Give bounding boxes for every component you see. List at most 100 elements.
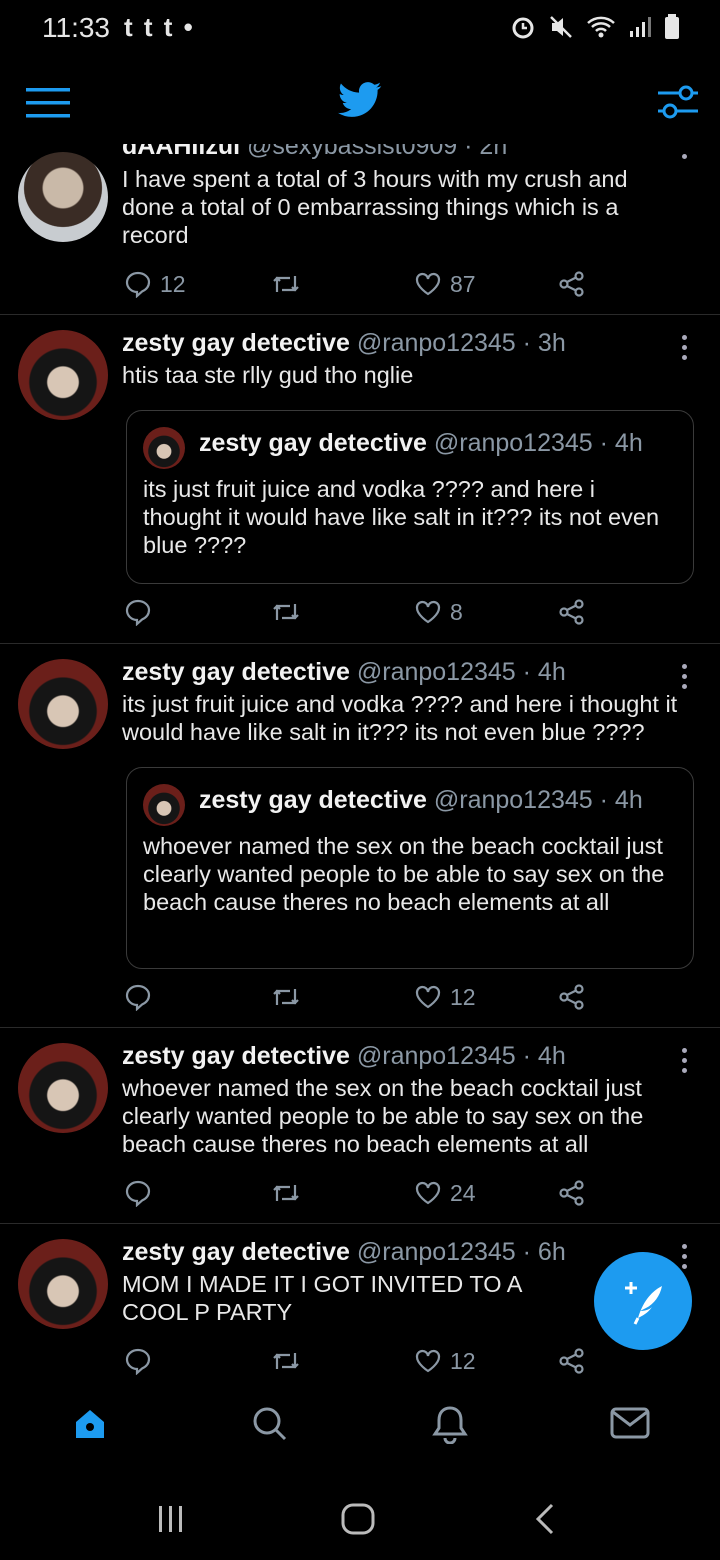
tweet-actions: 12	[124, 983, 594, 1013]
reply-icon	[125, 984, 151, 1011]
quoted-user-name: zesty gay detective	[199, 786, 427, 814]
share-button[interactable]	[558, 598, 586, 626]
retweet-button[interactable]	[270, 1179, 302, 1207]
retweet-button[interactable]	[270, 598, 302, 626]
hamburger-icon[interactable]	[26, 88, 70, 118]
share-button[interactable]	[558, 1347, 586, 1375]
share-icon	[559, 271, 584, 297]
quoted-header: zesty gay detective @ranpo12345 · 4h	[199, 786, 643, 815]
like-count: 12	[450, 983, 476, 1010]
retweet-icon	[273, 276, 299, 292]
like-button[interactable]: 87	[414, 270, 476, 298]
quoted-user-handle: @ranpo12345 · 4h	[433, 429, 643, 457]
avatar[interactable]	[18, 152, 108, 242]
messages-icon[interactable]	[610, 1406, 650, 1440]
alarm-icon	[512, 17, 534, 39]
retweet-icon	[273, 989, 299, 1005]
share-button[interactable]	[558, 983, 586, 1011]
tweet-header: zesty gay detective @ranpo12345 · 3h	[122, 329, 566, 358]
user-name[interactable]: dAAHIizul	[122, 144, 240, 160]
quoted-avatar	[143, 784, 185, 826]
retweet-button[interactable]	[270, 983, 302, 1011]
share-icon	[559, 599, 584, 625]
user-name[interactable]: zesty gay detective	[122, 1238, 350, 1266]
more-options-icon[interactable]	[682, 664, 688, 694]
like-button[interactable]: 12	[414, 983, 476, 1011]
search-icon[interactable]	[250, 1404, 288, 1442]
quoted-user-name: zesty gay detective	[199, 429, 427, 457]
heart-icon	[415, 600, 441, 624]
system-status-icons	[510, 14, 680, 40]
notifications-icon[interactable]	[432, 1404, 468, 1444]
tweet[interactable]: dAAHIizul @sexybassist0909 · 2h I have s…	[0, 130, 720, 315]
home-button-icon[interactable]	[340, 1502, 376, 1536]
user-name[interactable]: zesty gay detective	[122, 1042, 350, 1070]
like-button[interactable]: 24	[414, 1179, 476, 1207]
reply-button[interactable]	[124, 983, 152, 1011]
avatar[interactable]	[18, 1239, 108, 1329]
user-handle[interactable]: @ranpo12345 · 3h	[357, 329, 566, 357]
like-count: 87	[450, 270, 476, 297]
reply-button[interactable]: 12	[124, 270, 186, 298]
reply-button[interactable]	[124, 1179, 152, 1207]
status-time: 11:33	[42, 12, 110, 43]
compose-tweet-button[interactable]	[594, 1252, 692, 1350]
tweet-actions: 24	[124, 1179, 594, 1209]
share-icon	[559, 984, 584, 1010]
quoted-user-handle: @ranpo12345 · 4h	[433, 786, 643, 814]
user-name[interactable]: zesty gay detective	[122, 658, 350, 686]
tweet[interactable]: zesty gay detective @ranpo12345 · 3h hti…	[0, 315, 720, 644]
tweet-header: zesty gay detective @ranpo12345 · 6h	[122, 1238, 566, 1267]
share-button[interactable]	[558, 270, 586, 298]
heart-icon	[415, 1349, 441, 1373]
twitter-bird-icon	[338, 82, 382, 117]
sliders-icon[interactable]	[656, 80, 700, 124]
quoted-text: whoever named the sex on the beach cockt…	[143, 833, 665, 915]
user-handle[interactable]: @ranpo12345 · 4h	[357, 1042, 566, 1070]
recents-icon[interactable]	[156, 1504, 186, 1534]
more-options-icon[interactable]	[682, 335, 688, 365]
tweet-actions: 8	[124, 598, 594, 628]
notification-icons: t t t •	[124, 12, 195, 42]
user-handle[interactable]: @sexybassist0909 · 2h	[247, 144, 507, 160]
system-navigation	[0, 1470, 720, 1560]
avatar[interactable]	[18, 659, 108, 749]
quoted-tweet[interactable]: zesty gay detective @ranpo12345 · 4h its…	[126, 410, 694, 584]
user-handle[interactable]: @ranpo12345 · 6h	[357, 1238, 566, 1266]
heart-icon	[415, 985, 441, 1009]
signal-icon	[630, 17, 651, 37]
reply-icon	[125, 1180, 151, 1207]
like-button[interactable]: 8	[414, 598, 463, 626]
bottom-navigation	[0, 1388, 720, 1460]
reply-icon	[125, 1348, 151, 1375]
share-button[interactable]	[558, 1179, 586, 1207]
tweet[interactable]: zesty gay detective @ranpo12345 · 4h its…	[0, 644, 720, 1028]
more-options-icon[interactable]	[682, 1048, 688, 1078]
reply-button[interactable]	[124, 598, 152, 626]
more-options-icon[interactable]	[682, 154, 688, 164]
reply-button[interactable]	[124, 1347, 152, 1375]
user-name[interactable]: zesty gay detective	[122, 329, 350, 357]
retweet-icon	[273, 1353, 299, 1369]
retweet-button[interactable]	[270, 1347, 302, 1375]
reply-icon	[125, 599, 151, 626]
heart-icon	[415, 272, 441, 296]
like-button[interactable]: 12	[414, 1347, 476, 1375]
avatar[interactable]	[18, 1043, 108, 1133]
quoted-tweet[interactable]: zesty gay detective @ranpo12345 · 4h who…	[126, 767, 694, 969]
back-icon[interactable]	[532, 1502, 558, 1536]
user-handle[interactable]: @ranpo12345 · 4h	[357, 658, 566, 686]
reply-count: 12	[160, 270, 186, 297]
tweet[interactable]: zesty gay detective @ranpo12345 · 4h who…	[0, 1028, 720, 1224]
tweet-text: MOM I MADE IT I GOT INVITED TO A COOL P …	[122, 1271, 522, 1325]
like-count: 8	[450, 598, 463, 625]
tweet-header: zesty gay detective @ranpo12345 · 4h	[122, 1042, 566, 1071]
quoted-header: zesty gay detective @ranpo12345 · 4h	[199, 429, 643, 458]
retweet-button[interactable]	[270, 270, 302, 298]
tweet-text: htis taa ste rlly gud tho nglie	[122, 362, 414, 388]
heart-icon	[415, 1181, 441, 1205]
home-icon[interactable]	[72, 1406, 108, 1442]
retweet-icon	[273, 1185, 299, 1201]
tweet-text: whoever named the sex on the beach cockt…	[122, 1075, 644, 1157]
avatar[interactable]	[18, 330, 108, 420]
